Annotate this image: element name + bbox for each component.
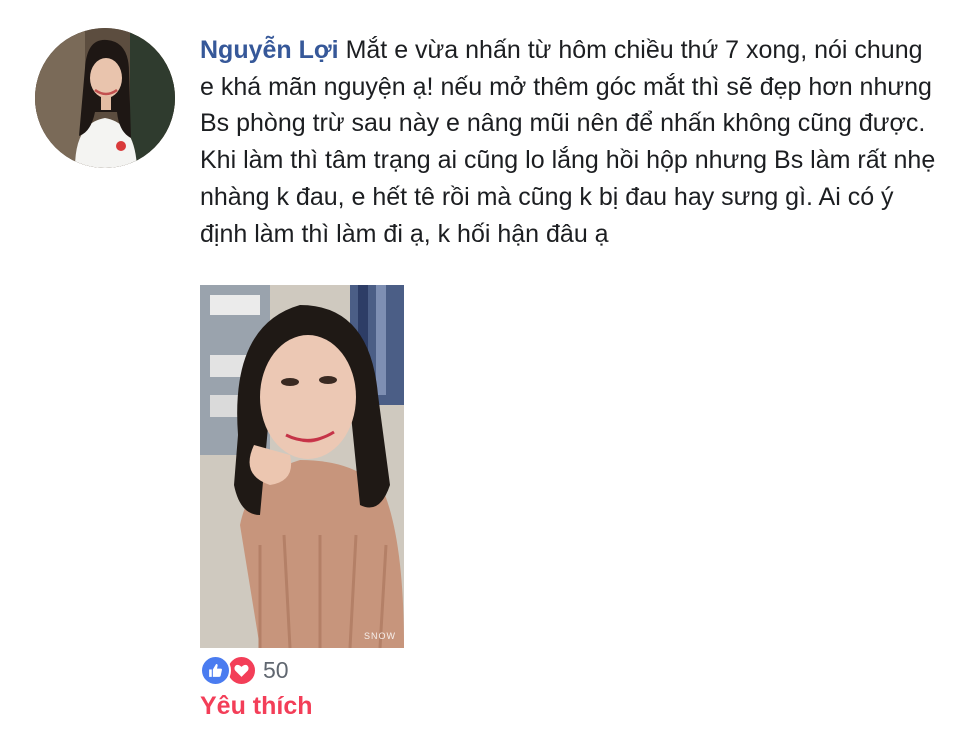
photo-watermark: SNOW bbox=[364, 631, 396, 641]
comment-text: Mắt e vừa nhấn từ hôm chiều thứ 7 xong, … bbox=[200, 36, 936, 248]
comment-photo[interactable]: SNOW bbox=[200, 285, 404, 648]
like-icon bbox=[200, 654, 231, 686]
reaction-count: 50 bbox=[263, 656, 289, 683]
avatar[interactable] bbox=[35, 28, 175, 168]
reactions-summary[interactable]: 50 bbox=[200, 654, 289, 686]
comment: Nguyễn Lợi Mắt e vừa nhấn từ hôm chiều t… bbox=[0, 0, 980, 735]
love-reaction-button[interactable]: Yêu thích bbox=[200, 692, 313, 721]
comment-body: Nguyễn Lợi Mắt e vừa nhấn từ hôm chiều t… bbox=[200, 32, 940, 252]
author-name[interactable]: Nguyễn Lợi bbox=[200, 36, 339, 64]
